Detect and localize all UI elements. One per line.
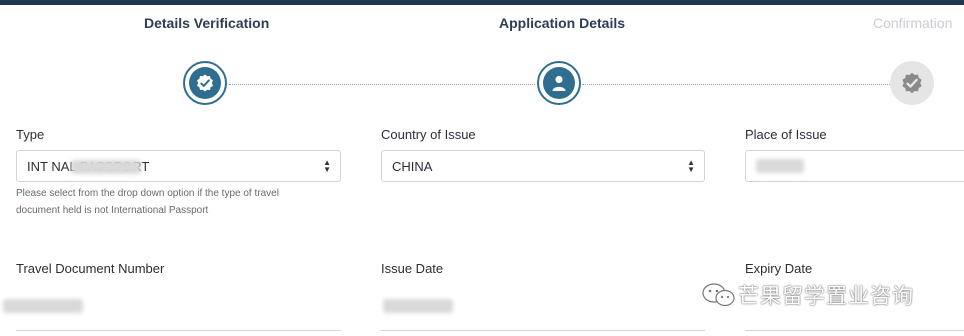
issue-date-input[interactable] — [381, 330, 705, 331]
watermark-text: 芒果留学置业咨询 — [738, 285, 914, 308]
watermark: 芒果留学置业咨询 — [700, 280, 914, 310]
place-of-issue-input[interactable] — [745, 150, 964, 182]
type-hint-line-2: document held is not International Passp… — [16, 205, 209, 216]
step-3-indicator — [890, 61, 934, 105]
type-select[interactable]: INT NAL PASSPORT ▲▼ — [16, 150, 341, 182]
country-of-issue-value: CHINA — [392, 159, 433, 174]
user-icon — [552, 75, 566, 91]
travel-document-number-input[interactable] — [16, 330, 341, 331]
travel-document-number-label: Travel Document Number — [16, 261, 165, 276]
step-title-details-verification[interactable]: Details Verification — [144, 15, 269, 31]
step-title-application-details[interactable]: Application Details — [499, 15, 625, 31]
select-arrows-icon: ▲ ▼ — [323, 158, 331, 174]
redacted-blur — [71, 160, 141, 174]
country-of-issue-select[interactable]: CHINA ▲ ▼ — [381, 150, 705, 182]
top-accent-bar — [0, 0, 964, 5]
step-1-indicator[interactable] — [183, 61, 227, 105]
select-arrows-icon: ▲ ▼ — [687, 158, 695, 174]
redacted-blur — [3, 299, 83, 313]
type-label: Type — [16, 127, 45, 142]
wechat-icon — [702, 283, 735, 307]
redacted-blur — [383, 299, 453, 313]
badge-check-icon — [902, 72, 922, 94]
step-2-indicator[interactable] — [537, 61, 581, 105]
issue-date-label: Issue Date — [381, 261, 444, 276]
step-connector — [229, 84, 535, 85]
step-title-confirmation: Confirmation — [873, 15, 953, 31]
country-of-issue-label: Country of Issue — [381, 127, 476, 142]
type-hint-line-1: Please select from the drop down option … — [16, 188, 279, 199]
expiry-date-input[interactable] — [745, 330, 964, 331]
place-of-issue-label: Place of Issue — [745, 127, 827, 142]
redacted-blur — [756, 159, 804, 173]
step-connector — [582, 84, 890, 85]
expiry-date-label: Expiry Date — [745, 261, 813, 276]
badge-check-icon — [197, 74, 213, 92]
